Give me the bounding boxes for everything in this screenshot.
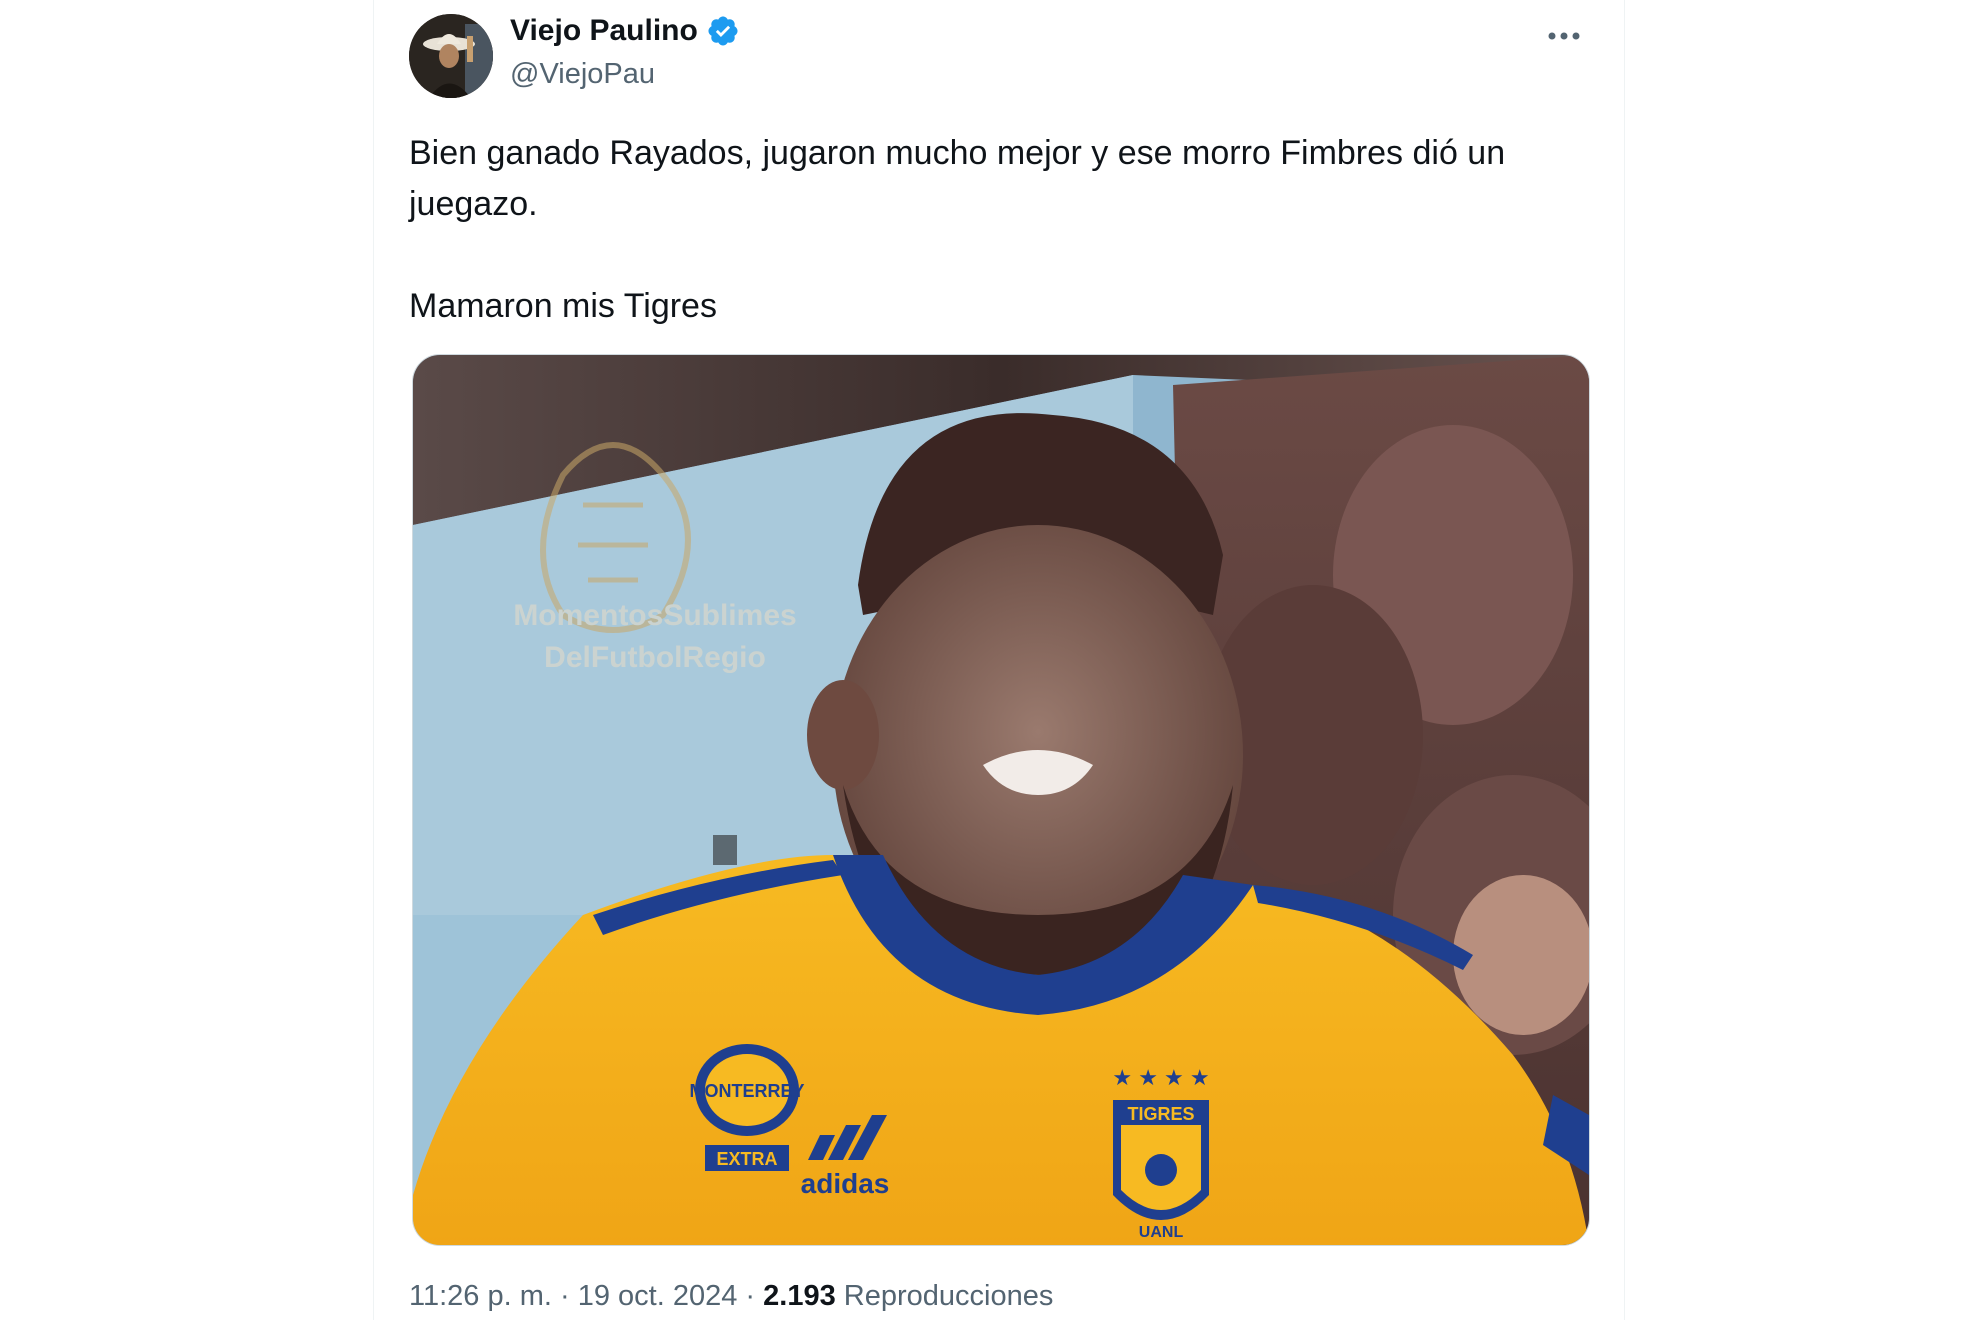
jersey-crest-sub-text: UANL — [1139, 1224, 1184, 1241]
author-handle[interactable]: @ViejoPau — [510, 58, 655, 91]
tweet-timestamp-link[interactable]: 11:26 p. m. · 19 oct. 2024 — [409, 1280, 737, 1312]
tweet-text-line-2: Mamaron mis Tigres — [409, 287, 717, 325]
tweet-metadata: 11:26 p. m. · 19 oct. 2024 · 2.193 Repro… — [409, 1280, 1053, 1313]
jersey-sponsor-sub-text: EXTRA — [716, 1149, 777, 1169]
views-label: Reproducciones — [843, 1280, 1054, 1312]
author-avatar[interactable] — [409, 14, 493, 98]
author-name-row: Viejo Paulino — [510, 14, 740, 48]
tweet-media-image[interactable]: MONTERREY EXTRA adidas ★ ★ ★ ★ TIGRES UA… — [412, 354, 1590, 1246]
author-display-name[interactable]: Viejo Paulino — [510, 14, 698, 48]
tweet-date: 19 oct. 2024 — [577, 1280, 738, 1312]
tweet-card: Viejo Paulino @ViejoPau Bien ganado Raya… — [373, 0, 1625, 1320]
more-options-icon[interactable] — [1544, 20, 1584, 52]
tweet-text: Bien ganado Rayados, jugaron mucho mejor… — [409, 128, 1589, 332]
avatar-image — [409, 14, 493, 98]
meta-separator: · — [551, 1280, 578, 1312]
jersey-sponsor-text: MONTERREY — [689, 1081, 804, 1101]
tweet-time: 11:26 p. m. — [409, 1280, 552, 1312]
jersey-brand-text: adidas — [801, 1168, 890, 1199]
jersey-crest-text: TIGRES — [1127, 1104, 1194, 1124]
meme-photo: MONTERREY EXTRA adidas ★ ★ ★ ★ TIGRES UA… — [413, 355, 1589, 1245]
jersey-sponsor-logo: MONTERREY EXTRA — [689, 1044, 805, 1171]
meta-separator: · — [737, 1280, 764, 1312]
watermark-line-2: DelFutbolRegio — [544, 641, 766, 674]
verified-badge-icon — [706, 14, 740, 48]
views-count: 2.193 — [763, 1280, 836, 1312]
svg-text:★ ★ ★ ★: ★ ★ ★ ★ — [1112, 1065, 1209, 1090]
watermark-line-1: MomentosSublimes — [513, 599, 796, 632]
tweet-text-line-1: Bien ganado Rayados, jugaron mucho mejor… — [409, 134, 1506, 223]
